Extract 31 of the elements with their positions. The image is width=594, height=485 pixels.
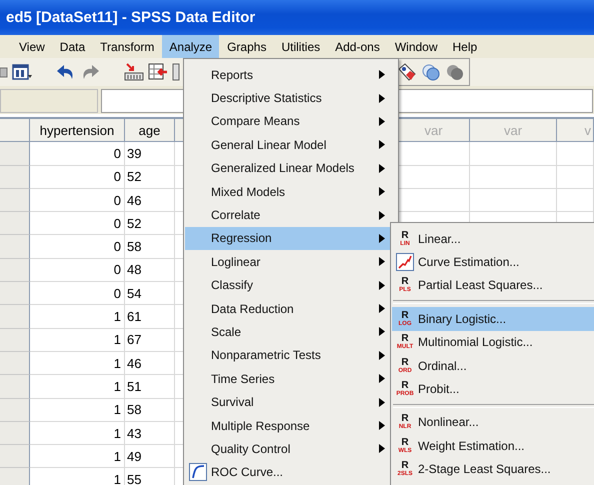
table-cell: 48 [125,258,175,282]
window-title: ed5 [DataSet11] - SPSS Data Editor [6,9,256,26]
table-cell: 1 [30,398,125,422]
table-cell: 46 [125,188,175,212]
table-cell: 58 [125,398,175,422]
table-cell: 1 [30,445,125,468]
table-cell: 0 [30,282,125,306]
table-cell: 39 [125,142,175,166]
table-cell: 55 [125,468,175,485]
table-cell: 0 [30,166,125,189]
table-cell: 58 [125,235,175,259]
table-cell: 0 [30,235,125,259]
table-cell: 54 [125,282,175,306]
table-cell: 0 [30,258,125,282]
table-cell: 0 [30,188,125,212]
table-cell: 67 [125,328,175,352]
table-cell: 0 [30,212,125,236]
table-cell: 51 [125,375,175,399]
table-cell: 0 [30,142,125,166]
table-cell: 1 [30,422,125,446]
table-cell: 1 [30,352,125,376]
table-cell: 61 [125,305,175,329]
table-cell: 1 [30,328,125,352]
table-cell: 1 [30,468,125,485]
table-cell: 1 [30,375,125,399]
table-cell: 43 [125,422,175,446]
table-cell: 49 [125,445,175,468]
table-cell: 1 [30,305,125,329]
table-cell: 52 [125,166,175,189]
table-cell: 46 [125,352,175,376]
table-cell: 52 [125,212,175,236]
